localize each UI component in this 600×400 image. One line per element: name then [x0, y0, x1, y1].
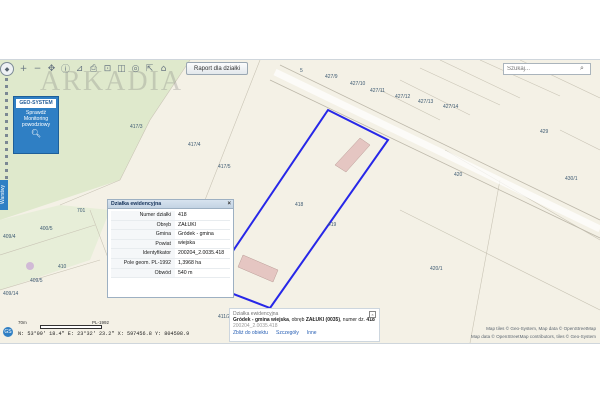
parcel-label: 419 [328, 222, 337, 228]
ruler-icon[interactable]: ⊡ [102, 63, 113, 74]
cadastral-map[interactable]: 427/9 427/10 427/11 427/12 427/13 427/14… [0, 60, 600, 343]
parcel-label: 430/1 [565, 176, 578, 182]
parcel-info-popup: Działka ewidencyjna × Numer działki 418 O… [107, 199, 234, 298]
zoom-step[interactable] [5, 134, 8, 137]
parcel-label: 417/5 [218, 164, 231, 170]
navigation-knob[interactable]: ◆ [0, 62, 14, 76]
layers-icon[interactable]: ◫ [116, 63, 127, 74]
home-icon[interactable]: ⌂ [158, 63, 169, 74]
popup-row: Numer działki 418 [111, 211, 230, 221]
zoom-step[interactable] [5, 85, 8, 88]
parcel-label: 418 [295, 202, 304, 208]
search-box[interactable]: ⌕ [503, 63, 591, 75]
geo-system-logo: GEO-SYSTEM [16, 99, 56, 108]
popup-row: Gmina Gródek - gmina wiejska [111, 230, 230, 246]
connector-text: , obręb [288, 317, 306, 323]
parcel-label: 409/5 [30, 278, 43, 284]
parcel-label: 427/12 [395, 94, 411, 100]
zoom-step[interactable] [5, 141, 8, 144]
popup-header: Działka ewidencyjna × [108, 200, 233, 209]
parcel-label: 409/4 [3, 234, 16, 240]
zoom-step[interactable] [5, 99, 8, 102]
parcel-label: 410 [58, 264, 67, 270]
close-icon[interactable]: × [369, 311, 376, 318]
share-icon[interactable]: ⇱ [144, 63, 155, 74]
layers-tab[interactable]: Warstwy [0, 180, 8, 210]
flood-monitoring-panel[interactable]: GEO-SYSTEM Sprawdź Monitoring powodziowy… [13, 96, 59, 154]
parcel-label: 427/13 [418, 99, 434, 105]
zoom-step[interactable] [5, 92, 8, 95]
search-input[interactable] [504, 66, 580, 72]
row-label: Pole geom. PL-1992 [111, 258, 175, 268]
row-value: ZAŁUKI [178, 221, 197, 228]
popup-title: Działka ewidencyjna [233, 311, 279, 317]
zoom-step[interactable] [5, 148, 8, 151]
zoom-out-icon[interactable]: − [32, 63, 43, 74]
parcel-label: 427/11 [370, 88, 385, 94]
zoom-step[interactable] [5, 176, 8, 179]
scale-bar [40, 325, 102, 329]
projection-label: PL-1992 [92, 320, 110, 325]
coordinates-readout: N: 53°09' 18.4" E: 23°32' 23.2" X: 59745… [18, 331, 190, 337]
row-label: Identyfikator [111, 249, 175, 258]
row-label: Powiat [111, 239, 175, 249]
geo-system-icon[interactable]: GS [3, 327, 13, 337]
zoom-step[interactable] [5, 106, 8, 109]
scale-label: 70m [18, 320, 27, 325]
pan-icon[interactable]: ✥ [46, 63, 57, 74]
zoom-step[interactable] [5, 162, 8, 165]
popup-row: Obwód 540 m [111, 268, 230, 279]
parcel-label: 420/1 [430, 266, 443, 272]
popup-row: Powiat [111, 239, 230, 250]
zoom-step[interactable] [5, 120, 8, 123]
row-value: 418 [178, 212, 187, 218]
magnifier-icon[interactable]: 🔍︎ [14, 129, 58, 138]
zoom-step[interactable] [5, 169, 8, 172]
panel-line: powodziowy [21, 122, 51, 128]
parcel-label: 701 [77, 208, 86, 214]
zoom-step[interactable] [5, 78, 8, 81]
connector-text: , numer dz. [340, 317, 367, 323]
parcel-label: 400/5 [40, 226, 53, 232]
target-icon[interactable]: ◎ [130, 63, 141, 74]
obreb-text: ZAŁUKI (0035) [305, 317, 341, 323]
poi-marker [26, 262, 34, 270]
popup-row: Obręb ZAŁUKI [111, 220, 230, 231]
parcel-label: 427/10 [350, 81, 366, 87]
row-value: 1,3968 ha [178, 259, 202, 266]
zoom-step[interactable] [5, 155, 8, 158]
parcel-report-button[interactable]: Raport dla działki [186, 62, 249, 75]
print-icon[interactable]: ⎙ [88, 63, 99, 74]
parcel-label: 417/3 [130, 124, 143, 130]
parcel-label: 420 [454, 172, 463, 178]
zoom-in-icon[interactable]: + [18, 63, 29, 74]
row-value: 200204_2.0035.418 [178, 250, 225, 257]
parcel-label: 427/14 [443, 104, 459, 110]
map-viewport[interactable]: 427/9 427/10 427/11 427/12 427/13 427/14… [0, 59, 600, 344]
parcel-label: 429 [540, 129, 549, 135]
popup-title: Działka ewidencyjna [111, 201, 162, 207]
info-icon[interactable]: ⓘ [60, 63, 71, 75]
row-label: Gmina [111, 230, 175, 239]
close-icon[interactable]: × [227, 200, 231, 208]
measure-icon[interactable]: ⊿ [74, 63, 85, 74]
zoom-step[interactable] [5, 113, 8, 116]
row-label: Obręb [111, 220, 175, 230]
status-bar: GS 70m PL-1992 N: 53°09' 18.4" E: 23°32'… [0, 320, 600, 341]
zoom-step[interactable] [5, 127, 8, 130]
parcel-label: 417/4 [188, 142, 201, 148]
popup-row: Pole geom. PL-1992 1,3968 ha [111, 258, 230, 269]
row-value [175, 240, 230, 249]
row-value: 540 m [178, 269, 193, 276]
search-icon[interactable]: ⌕ [580, 65, 584, 73]
popup-row: Identyfikator 200204_2.0035.418 [111, 249, 230, 259]
row-value: Gródek - gmina wiejska [178, 231, 214, 246]
row-label: Numer działki [111, 211, 175, 220]
row-label: Obwód [111, 268, 175, 278]
parcel-label: 409/14 [3, 291, 19, 297]
